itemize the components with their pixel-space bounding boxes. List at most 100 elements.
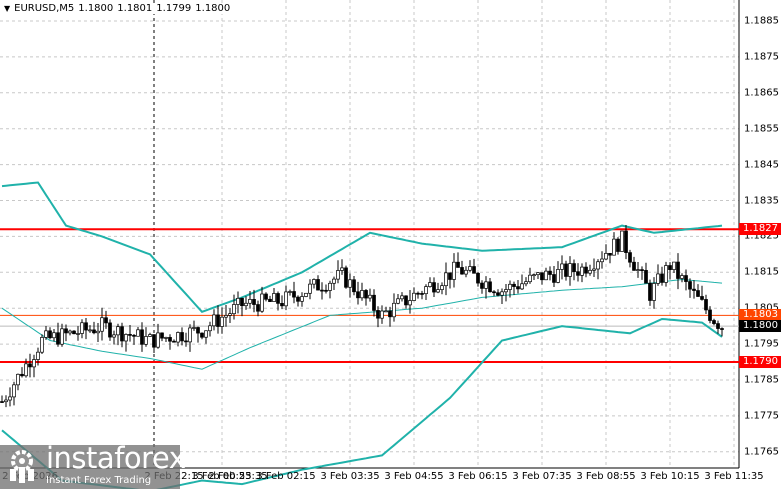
candle-body <box>76 333 80 335</box>
candle-body <box>616 238 620 252</box>
candle-body <box>16 373 20 386</box>
candle-body <box>96 330 100 334</box>
candle-body <box>560 263 564 270</box>
candle-body <box>480 282 484 289</box>
candle-body <box>188 327 192 343</box>
candle-body <box>652 283 656 301</box>
candle-body <box>496 292 500 296</box>
candle-body <box>308 283 312 294</box>
candle-body <box>712 320 716 324</box>
candle-body <box>176 332 180 343</box>
candle-body <box>424 286 428 295</box>
candle-body <box>108 322 112 338</box>
candle-body <box>612 238 616 256</box>
candle-body <box>588 269 592 274</box>
price-tick-label: 1.1765 <box>744 446 779 458</box>
time-tick-label: 3 Feb 11:35 <box>704 471 764 482</box>
candle-body <box>644 270 648 284</box>
price-tag-1.1790: 1.1790 <box>739 356 781 369</box>
price-chart[interactable] <box>0 0 781 489</box>
candle-body <box>264 293 268 300</box>
candle-body <box>624 230 628 253</box>
candle-body <box>68 330 72 334</box>
candle-body <box>376 310 380 319</box>
time-tick-label: 3 Feb 08:55 <box>576 471 636 482</box>
candle-body <box>656 273 660 284</box>
candle-body <box>116 326 120 336</box>
candle-body <box>204 330 208 338</box>
time-tick-label: 3 Feb 06:15 <box>448 471 508 482</box>
candle-body <box>468 266 472 271</box>
candle-body <box>540 272 544 281</box>
candle-body <box>680 275 684 279</box>
candle-body <box>596 261 600 270</box>
candle-body <box>436 289 440 293</box>
price-tick-label: 1.1835 <box>744 195 779 206</box>
instaforex-logo: instaforex Instant Forex Trading <box>0 441 186 489</box>
candle-body <box>260 293 264 312</box>
candle-body <box>340 267 344 271</box>
candle-body <box>304 292 308 297</box>
candle-body <box>568 263 572 277</box>
candle-body <box>288 291 292 293</box>
candle-body <box>252 299 256 305</box>
candle-body <box>300 296 304 302</box>
candle-body <box>640 269 644 271</box>
candle-body <box>152 334 156 348</box>
candle-body <box>368 294 372 299</box>
candle-body <box>664 265 668 283</box>
candle-body <box>440 285 444 290</box>
candle-body <box>464 269 468 275</box>
candle-body <box>428 282 432 287</box>
candle-body <box>48 330 52 339</box>
candle-body <box>704 299 708 311</box>
candle-body <box>208 325 212 332</box>
candle-body <box>336 270 340 280</box>
candle-body <box>284 291 288 307</box>
candle-body <box>72 330 76 335</box>
candle-body <box>112 334 116 338</box>
candle-body <box>124 334 128 342</box>
candle-body <box>64 328 68 334</box>
candle-body <box>676 261 680 279</box>
candle-body <box>232 304 236 315</box>
dropdown-triangle-icon[interactable]: ▼ <box>4 4 10 13</box>
candle-body <box>128 334 132 336</box>
candle-body <box>168 337 172 342</box>
candle-body <box>52 332 56 339</box>
price-tick-label: 1.1855 <box>744 123 779 135</box>
candle-body <box>408 300 412 306</box>
candle-body <box>528 274 532 283</box>
candle-body <box>608 252 612 256</box>
open-value: 1.1800 <box>78 3 114 14</box>
logo-name: instaforex <box>46 441 186 475</box>
candle-body <box>236 297 240 305</box>
candle-body <box>80 322 84 334</box>
candle-body <box>224 315 228 318</box>
candle-body <box>508 283 512 290</box>
candle-body <box>536 272 540 276</box>
candle-body <box>100 317 104 332</box>
symbol-label: EURUSD,M5 <box>14 3 75 14</box>
candle-body <box>276 293 280 304</box>
candle-body <box>60 328 64 345</box>
candle-body <box>648 282 652 301</box>
candle-body <box>476 272 480 284</box>
candle-body <box>136 329 140 337</box>
close-value: 1.1800 <box>195 3 231 14</box>
candle-body <box>708 309 712 321</box>
candle-body <box>692 288 696 291</box>
candle-body <box>412 292 416 301</box>
candle-body <box>716 323 720 329</box>
candle-body <box>552 274 556 283</box>
candle-body <box>396 298 400 304</box>
candle-body <box>684 275 688 282</box>
candle-body <box>444 272 448 287</box>
candle-body <box>532 274 536 277</box>
candle-body <box>296 296 300 302</box>
candle-body <box>104 317 108 324</box>
candle-body <box>548 270 552 275</box>
candle-body <box>172 340 176 343</box>
candle-body <box>256 304 260 312</box>
candle-body <box>488 281 492 293</box>
